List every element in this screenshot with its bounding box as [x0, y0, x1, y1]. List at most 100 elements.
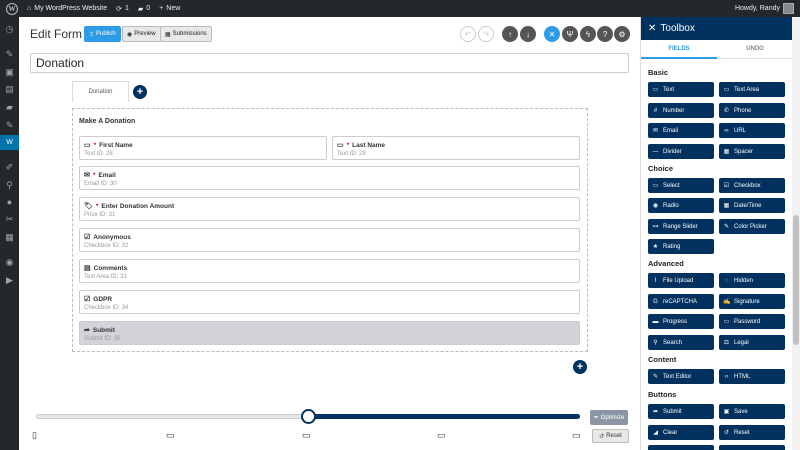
gear-icon[interactable]: ⚙: [614, 26, 630, 42]
bolt-icon[interactable]: ϟ: [580, 26, 596, 42]
field-anonymous[interactable]: ☑ Anonymous Checkbox ID: 32: [79, 228, 580, 252]
toolbox-scroll-thumb[interactable]: [793, 215, 799, 345]
tool-extra-2[interactable]: [719, 445, 785, 450]
phone-icon: ✆: [723, 108, 730, 114]
publish-button[interactable]: ⇪ Publish: [84, 26, 121, 42]
tools-icon[interactable]: ✕: [544, 26, 560, 42]
reset-icon: ↺: [599, 433, 605, 440]
eye-slash-icon: ◌: [724, 277, 729, 284]
site-name-link[interactable]: ⌂ My WordPress Website: [27, 5, 107, 12]
tool-select[interactable]: ▭ Select: [648, 178, 714, 193]
tablet-icon[interactable]: ▭: [166, 430, 175, 441]
tool-phone[interactable]: ✆ Phone: [719, 103, 785, 118]
tool-html[interactable]: ‹› HTML: [719, 369, 785, 384]
toolbox-header: ✕ Toolbox: [641, 17, 793, 40]
undo-icon[interactable]: ↶: [460, 26, 476, 42]
optimize-button[interactable]: ✒ Optimize: [590, 410, 628, 425]
new-content-link[interactable]: + New: [159, 5, 180, 12]
section-basic: Basic: [648, 68, 669, 77]
tool-divider[interactable]: — Divider: [648, 144, 714, 159]
pin-icon[interactable]: ✎: [4, 120, 15, 131]
tab-fields[interactable]: FIELDS: [641, 40, 717, 59]
tools-icon[interactable]: ✂: [4, 214, 15, 225]
desktop-icon[interactable]: ▭: [437, 430, 446, 441]
tool-rating[interactable]: ★ Rating: [648, 239, 714, 254]
field-first-name[interactable]: ▭ * First Name Text ID: 28: [79, 136, 327, 160]
comments-link[interactable]: ▰ 0: [138, 5, 150, 13]
user-menu[interactable]: Howdy, Randy: [735, 0, 794, 17]
tool-color-picker[interactable]: ✎ Color Picker: [719, 219, 785, 234]
tool-legal[interactable]: ⚖ Legal: [719, 335, 785, 350]
add-field-button[interactable]: +: [573, 360, 587, 374]
tool-number[interactable]: # Number: [648, 103, 714, 118]
field-email[interactable]: ✉ * Email Email ID: 30: [79, 166, 580, 190]
tools-icon: ✕: [648, 23, 657, 34]
users-icon[interactable]: ●: [4, 197, 15, 208]
tool-hidden[interactable]: ◌ Hidden: [719, 273, 785, 288]
save-icon: ▣: [723, 409, 730, 415]
plugins-icon[interactable]: ⚲: [4, 180, 15, 191]
download-icon[interactable]: ↓: [520, 26, 536, 42]
help-icon[interactable]: ?: [597, 26, 613, 42]
field-comments[interactable]: ▤ Comments Text Area ID: 33: [79, 259, 580, 283]
tool-text[interactable]: ▭ Text: [648, 82, 714, 97]
forms-plugin-icon[interactable]: W: [0, 135, 19, 150]
dashboard-icon[interactable]: ◷: [4, 24, 15, 35]
upload-icon[interactable]: ↑: [502, 26, 518, 42]
tool-signature[interactable]: ✍ Signature: [719, 294, 785, 309]
field-gdpr[interactable]: ☑ GDPR Checkbox ID: 34: [79, 290, 580, 314]
tool-password[interactable]: ▭ Password: [719, 314, 785, 329]
tool-checkbox[interactable]: ☑ Checkbox: [719, 178, 785, 193]
reset-button[interactable]: ↺ Reset: [592, 429, 629, 443]
field-last-name[interactable]: ▭ * Last Name Text ID: 29: [332, 136, 580, 160]
tool-text-editor[interactable]: ✎ Text Editor: [648, 369, 714, 384]
play-icon[interactable]: ▶: [4, 275, 15, 286]
width-slider-handle[interactable]: [301, 409, 316, 424]
tool-submit[interactable]: ➦ Submit: [648, 404, 714, 419]
preview-button[interactable]: ◉ Preview: [122, 26, 161, 42]
tool-url[interactable]: ∞ URL: [719, 123, 785, 138]
checkbox-icon: ☑: [84, 234, 91, 241]
pin-icon[interactable]: ✎: [4, 49, 15, 60]
tool-recaptcha[interactable]: GreCAPTCHA: [648, 294, 714, 309]
form-name-input[interactable]: [30, 53, 629, 73]
toolbox-panel: ✕ Toolbox FIELDS UNDO Basic ▭ Text ▭ Text A…: [640, 17, 793, 450]
tool-date-time[interactable]: ▦ Date/Time: [719, 198, 785, 213]
wide-desktop-icon[interactable]: ▭: [572, 430, 581, 441]
add-tab-button[interactable]: +: [133, 85, 147, 99]
section-content: Content: [648, 355, 677, 364]
field-submit[interactable]: ➦ Submit Submit ID: 35: [79, 321, 580, 345]
tool-text-area[interactable]: ▭ Text Area: [719, 82, 785, 97]
checkbox-icon: ☑: [84, 296, 91, 303]
checkbox-icon: ☑: [723, 183, 730, 189]
updates-link[interactable]: ⟳ 1: [116, 5, 129, 13]
tab-donation[interactable]: Donation: [72, 81, 129, 102]
tool-spacer[interactable]: ▦ Spacer: [719, 144, 785, 159]
tool-email[interactable]: ✉ Email: [648, 123, 714, 138]
settings-icon[interactable]: ▦: [4, 232, 15, 243]
field-donation-amount[interactable]: 🏷 * Enter Donation Amount Price ID: 31: [79, 197, 580, 221]
tool-save[interactable]: ▣ Save: [719, 404, 785, 419]
comments-icon[interactable]: ▰: [4, 102, 15, 113]
wordpress-logo-icon[interactable]: W: [6, 2, 18, 15]
tool-file-upload[interactable]: ⌇ File Upload: [648, 273, 714, 288]
tool-reset[interactable]: ↺ Reset: [719, 425, 785, 440]
mobile-icon[interactable]: ▯: [32, 430, 37, 441]
redo-icon[interactable]: ↷: [478, 26, 494, 42]
tool-radio[interactable]: ◉ Radio: [648, 198, 714, 213]
branch-icon[interactable]: Ψ: [562, 26, 578, 42]
pages-icon[interactable]: ▤: [4, 84, 15, 95]
reset-icon: ↺: [723, 430, 730, 436]
tool-search[interactable]: ⚲ Search: [648, 335, 714, 350]
laptop-icon[interactable]: ▭: [302, 430, 311, 441]
submissions-button[interactable]: ▦ Submissions: [160, 26, 212, 42]
tool-progress[interactable]: ▬ Progress: [648, 314, 714, 329]
tool-range-slider[interactable]: ⊶ Range Slider: [648, 219, 714, 234]
tool-clear[interactable]: ◢ Clear: [648, 425, 714, 440]
tool-extra-1[interactable]: [648, 445, 714, 450]
plugin-icon[interactable]: ◉: [4, 257, 15, 268]
section-buttons: Buttons: [648, 390, 677, 399]
appearance-icon[interactable]: ✐: [4, 162, 15, 173]
media-icon[interactable]: ▣: [4, 67, 15, 78]
tab-undo[interactable]: UNDO: [717, 40, 793, 59]
